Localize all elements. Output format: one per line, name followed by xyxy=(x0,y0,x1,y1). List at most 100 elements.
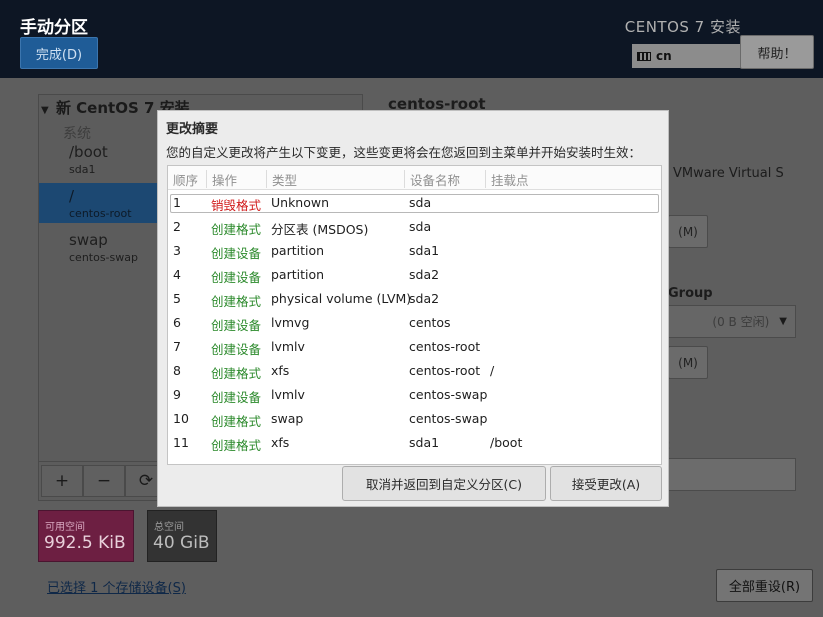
cell-device: centos-swap xyxy=(409,387,488,402)
available-space-box: 可用空间 992.5 KiB xyxy=(38,510,134,562)
cell-device: centos-root xyxy=(409,339,481,354)
changes-table: 顺序 操作 类型 设备名称 挂载点 1 销毁格式 Unknown sda 2 创建格式 分区… xyxy=(167,165,662,465)
cell-action: 创建格式 xyxy=(211,366,262,381)
cell-order: 6 xyxy=(173,315,181,330)
keyboard-icon xyxy=(637,51,651,61)
cell-action: 销毁格式 xyxy=(211,198,262,213)
cell-action: 创建设备 xyxy=(211,270,262,285)
dropdown-arrow-icon: ▼ xyxy=(779,316,787,327)
cell-type: partition xyxy=(271,267,325,282)
cancel-return-button[interactable]: 取消并返回到自定义分区(C) xyxy=(342,466,546,501)
mount-device: sda1 xyxy=(69,163,96,176)
modify-volume-group-button[interactable]: (M) xyxy=(668,346,708,379)
summary-of-changes-dialog: 更改摘要 您的自定义更改将产生以下变更，这些变更将会在您返回到主菜单并开始安装时… xyxy=(157,110,669,507)
volume-group-select[interactable]: (0 B 空闲) ▼ xyxy=(668,305,796,338)
minus-icon: − xyxy=(96,471,112,491)
cell-action: 创建设备 xyxy=(211,342,262,357)
cell-order: 5 xyxy=(173,291,181,306)
cell-mount: / xyxy=(490,363,495,378)
mount-device: centos-swap xyxy=(69,251,138,264)
table-row[interactable]: 5 创建格式 physical volume (LVM) sda2 xyxy=(168,287,661,311)
cell-type: swap xyxy=(271,411,304,426)
table-row[interactable]: 8 创建格式 xfs centos-root / xyxy=(168,359,661,383)
add-mount-button[interactable]: + xyxy=(41,465,83,497)
total-space-value: 40 GiB xyxy=(153,533,210,553)
table-row[interactable]: 10 创建格式 swap centos-swap xyxy=(168,407,661,431)
device-description: VMware Virtual S xyxy=(673,166,784,181)
column-header-order[interactable]: 顺序 xyxy=(168,170,206,188)
column-header-type[interactable]: 类型 xyxy=(266,170,404,188)
cell-device: sda2 xyxy=(409,291,440,306)
dialog-title: 更改摘要 xyxy=(166,122,219,137)
table-row[interactable]: 11 创建格式 xfs sda1/boot xyxy=(168,431,661,455)
cell-device: sda xyxy=(409,219,432,234)
cell-device: centos xyxy=(409,315,451,330)
keyboard-layout-indicator[interactable]: cn xyxy=(632,44,742,68)
cell-type: Unknown xyxy=(271,195,330,210)
cell-action: 创建格式 xyxy=(211,222,262,237)
reset-all-button[interactable]: 全部重设(R) xyxy=(716,569,813,602)
cell-order: 10 xyxy=(173,411,189,426)
install-title: CENTOS 7 安装 xyxy=(624,18,741,36)
cell-action: 创建设备 xyxy=(211,390,262,405)
total-space-box: 总空间 40 GiB xyxy=(147,510,217,562)
cell-order: 11 xyxy=(173,435,189,450)
cell-order: 4 xyxy=(173,267,181,282)
available-space-label: 可用空间 xyxy=(45,522,85,533)
table-row[interactable]: 3 创建设备 partition sda1 xyxy=(168,239,661,263)
cell-action: 创建格式 xyxy=(211,438,262,453)
column-header-action[interactable]: 操作 xyxy=(206,170,266,188)
name-entry-field[interactable] xyxy=(666,458,796,491)
page-title: 手动分区 xyxy=(20,18,88,38)
cell-order: 2 xyxy=(173,219,181,234)
volume-group-label: Group xyxy=(668,286,713,301)
accept-changes-button[interactable]: 接受更改(A) xyxy=(550,466,662,501)
cell-action: 创建格式 xyxy=(211,294,262,309)
cell-type: xfs xyxy=(271,363,290,378)
cell-order: 9 xyxy=(173,387,181,402)
table-row[interactable]: 4 创建设备 partition sda2 xyxy=(168,263,661,287)
expander-triangle-icon: ▼ xyxy=(41,105,49,116)
table-row[interactable]: 9 创建设备 lvmlv centos-swap xyxy=(168,383,661,407)
cell-order: 1 xyxy=(173,195,181,210)
dialog-description: 您的自定义更改将产生以下变更，这些变更将会在您返回到主菜单并开始安装时生效： xyxy=(166,145,642,160)
cell-type: lvmlv xyxy=(271,339,305,354)
table-row[interactable]: 2 创建格式 分区表 (MSDOS) sda xyxy=(168,215,661,239)
cell-action: 创建设备 xyxy=(211,246,262,261)
mount-name: /boot xyxy=(69,143,108,161)
modify-device-button[interactable]: (M) xyxy=(668,215,708,248)
cell-type: physical volume (LVM) xyxy=(271,291,412,306)
table-header: 顺序 操作 类型 设备名称 挂载点 xyxy=(168,166,661,190)
header-bar: 手动分区 完成(D) CENTOS 7 安装 cn 帮助！ xyxy=(0,0,823,78)
available-space-value: 992.5 KiB xyxy=(44,533,126,553)
cell-mount: /boot xyxy=(490,435,523,450)
table-row[interactable]: 1 销毁格式 Unknown sda xyxy=(168,191,661,215)
plus-icon: + xyxy=(54,471,70,491)
mount-name: swap xyxy=(69,231,108,249)
cell-type: lvmlv xyxy=(271,387,305,402)
cell-device: sda1 xyxy=(409,435,440,450)
cell-type: xfs xyxy=(271,435,290,450)
remove-mount-button[interactable]: − xyxy=(83,465,125,497)
cell-device: sda2 xyxy=(409,267,440,282)
cell-device: centos-swap xyxy=(409,411,488,426)
table-row[interactable]: 7 创建设备 lvmlv centos-root xyxy=(168,335,661,359)
table-row[interactable]: 6 创建设备 lvmvg centos xyxy=(168,311,661,335)
cell-type: 分区表 (MSDOS) xyxy=(271,222,369,237)
cell-action: 创建格式 xyxy=(211,414,262,429)
cell-device: sda xyxy=(409,195,432,210)
column-header-device[interactable]: 设备名称 xyxy=(404,170,485,188)
help-button[interactable]: 帮助！ xyxy=(740,35,814,69)
total-space-label: 总空间 xyxy=(154,522,184,533)
cell-device: sda1 xyxy=(409,243,440,258)
cell-action: 创建设备 xyxy=(211,318,262,333)
cell-order: 3 xyxy=(173,243,181,258)
volume-group-value: (0 B 空闲) xyxy=(712,315,770,329)
done-button[interactable]: 完成(D) xyxy=(20,37,98,69)
cell-order: 8 xyxy=(173,363,181,378)
selected-storage-link[interactable]: 已选择 1 个存储设备(S) xyxy=(47,577,186,596)
mount-device: centos-root xyxy=(69,207,132,220)
keyboard-layout-label: cn xyxy=(656,49,672,63)
column-header-mount[interactable]: 挂载点 xyxy=(485,170,661,188)
refresh-icon: ⟳ xyxy=(138,471,154,491)
